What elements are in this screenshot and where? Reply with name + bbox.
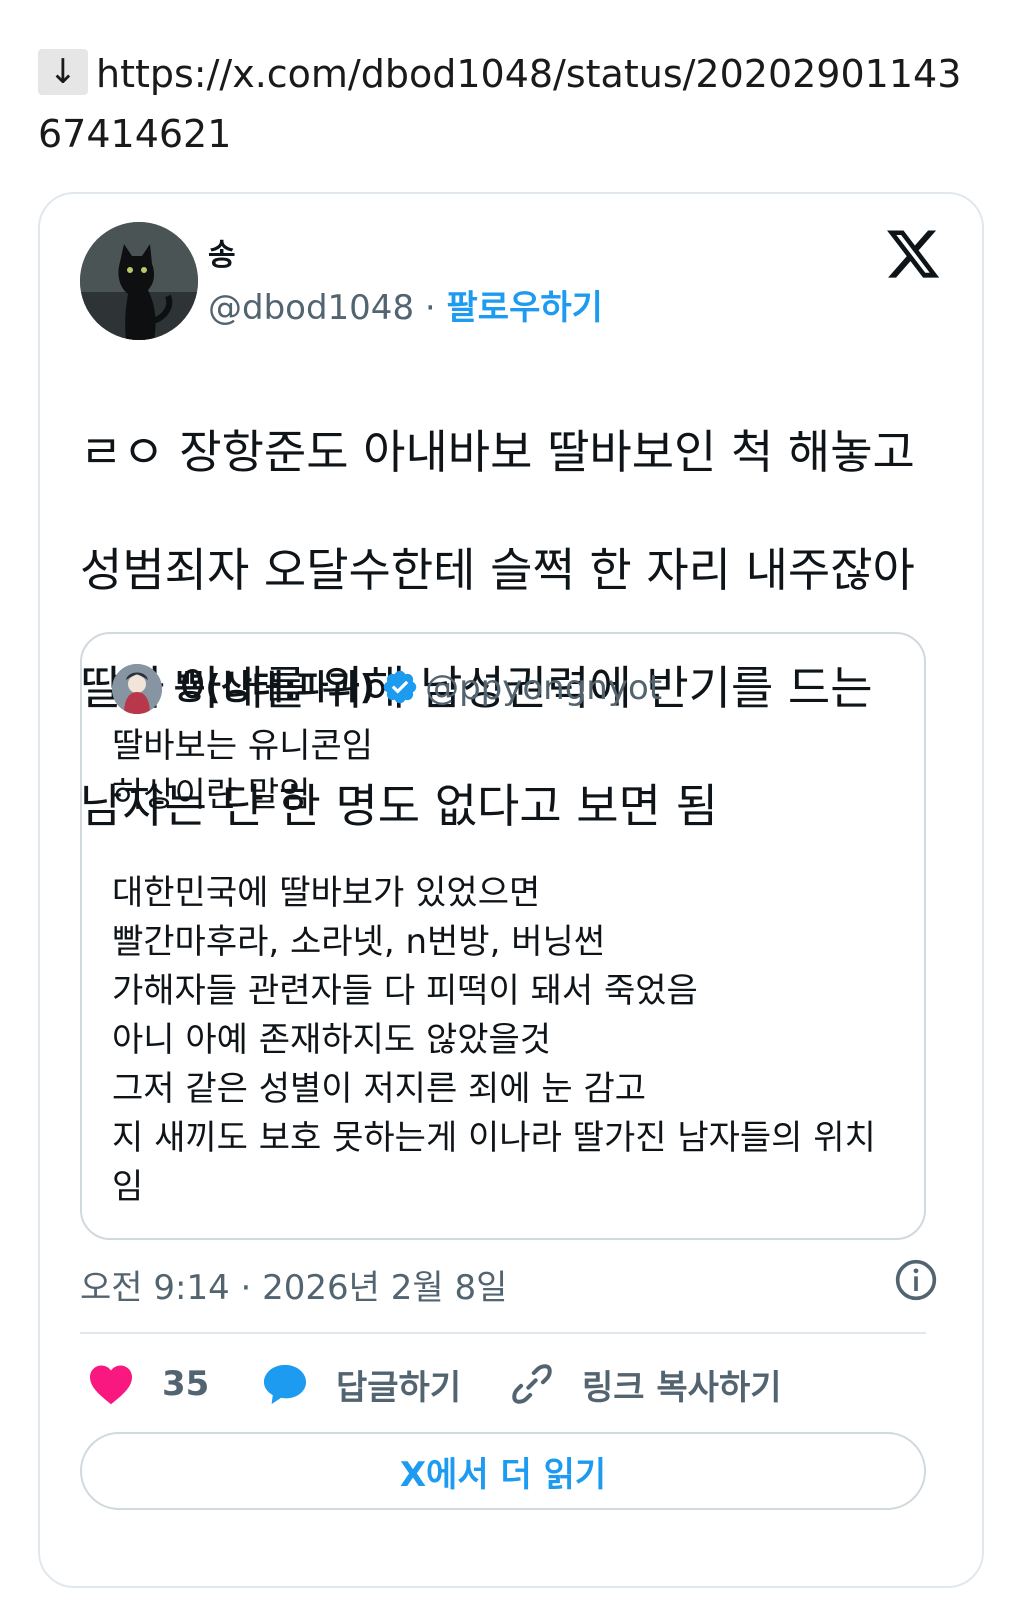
quoted-author-name[interactable]: 뿅(상태:파과) [174,668,375,708]
cat-avatar-icon [80,222,198,340]
url-text[interactable]: https://x.com/dbod1048/status/2020290114… [38,52,961,156]
quoted-line: 아니 아예 존재하지도 않았을것 [112,1020,552,1060]
quoted-line [112,820,912,869]
down-arrow-icon[interactable]: ↓ [38,49,88,95]
action-bar: 35 답글하기 링크 복사하기 [80,1354,926,1414]
x-logo-icon[interactable] [884,224,942,284]
like-count: 35 [162,1364,210,1404]
tweet-line: 성범죄자 오달수한테 슬쩍 한 자리 내주잖아 [80,543,915,597]
author-handle[interactable]: @dbod1048 [208,288,414,328]
quoted-line: 딸바보는 유니콘임 [112,726,374,766]
quoted-line: 지 새끼도 보호 못하는게 이나라 딸가진 남자들의 위치 [112,1118,876,1158]
quoted-header: 뿅(상태:파과) @ppyongnyot [174,662,662,714]
verified-badge-icon [383,670,417,704]
like-button[interactable]: 35 [88,1354,209,1414]
tweet-card: 송 @dbod1048 · 팔로우하기 ㄹㅇ 장항준도 아내바보 딸바보인 척 … [38,192,984,1588]
tweet-line: ㄹㅇ 장항준도 아내바보 딸바보인 척 해놓고 [80,425,915,479]
copy-link-label: 링크 복사하기 [582,1367,782,1408]
speech-bubble-icon [263,1364,307,1405]
quoted-line: 그저 같은 성별이 저지른 죄에 눈 감고 [112,1069,647,1109]
quoted-line: 가해자들 관련자들 다 피떡이 돼서 죽었음 [112,971,698,1011]
separator: · [424,288,436,328]
quoted-line: 대한민국에 딸바보가 있었으면 [112,873,541,913]
timestamp[interactable]: 오전 9:14 · 2026년 2월 8일 [80,1260,507,1309]
divider [80,1332,926,1334]
info-icon[interactable] [894,1258,938,1302]
author-meta: @dbod1048 · 팔로우하기 [208,280,603,329]
quoted-line: 허상이란 말임 [112,775,311,815]
character-avatar-icon [112,664,162,714]
read-more-button[interactable]: X에서 더 읽기 [80,1432,926,1510]
quoted-text: 딸바보는 유니콘임 허상이란 말임 대한민국에 딸바보가 있었으면 빨간마후라,… [112,722,912,1212]
url-line[interactable]: ↓ https://x.com/dbod1048/status/202029011… [38,44,978,164]
reply-label: 답글하기 [336,1367,462,1408]
quoted-line: 빨간마후라, 소라넷, n번방, 버닝썬 [112,922,606,962]
follow-button[interactable]: 팔로우하기 [447,288,603,328]
avatar[interactable] [80,222,198,340]
quoted-line: 임 [112,1167,144,1207]
heart-icon [90,1365,132,1405]
reply-button[interactable]: 답글하기 [262,1354,461,1414]
quoted-handle[interactable]: @ppyongnyot [425,668,662,708]
quoted-avatar[interactable] [112,664,162,714]
author-name[interactable]: 송 [208,230,236,274]
copy-link-button[interactable]: 링크 복사하기 [510,1354,782,1414]
quoted-tweet[interactable]: 뿅(상태:파과) @ppyongnyot 딸바보는 유니콘임 허상이란 말임 대한… [80,632,926,1240]
link-icon [512,1364,552,1404]
